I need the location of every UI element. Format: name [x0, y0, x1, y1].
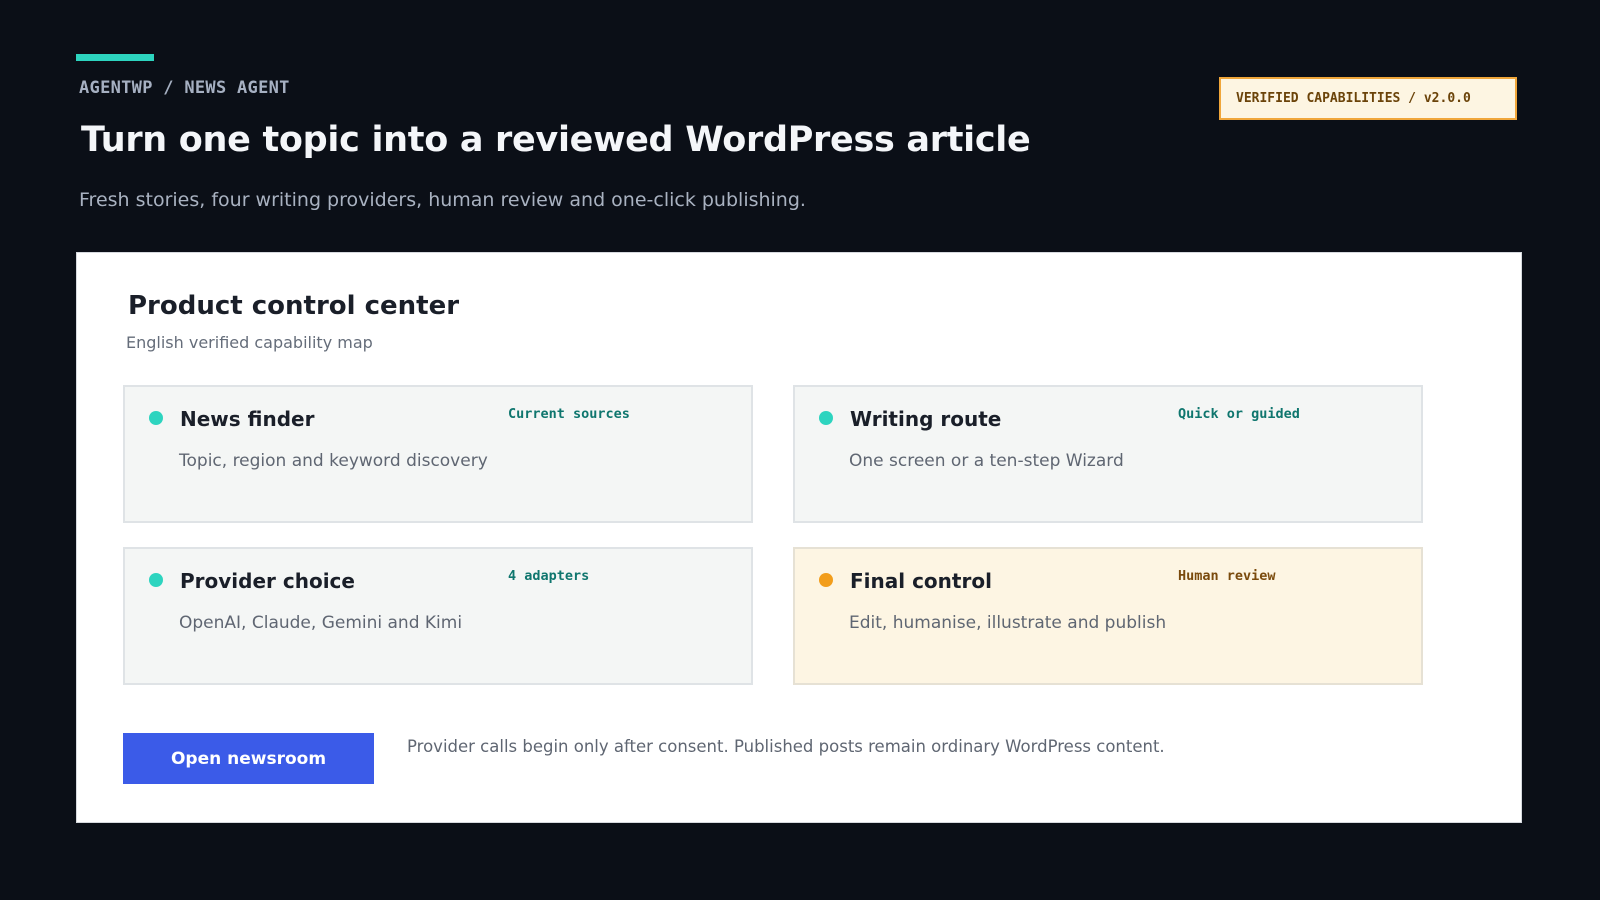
card-description: Edit, humanise, illustrate and publish: [849, 613, 1167, 633]
card-title: Provider choice: [180, 569, 355, 593]
card-tag: Quick or guided: [1178, 406, 1300, 422]
card-tag: 4 adapters: [508, 568, 590, 584]
card-title: Final control: [850, 569, 992, 593]
status-dot-icon: [149, 573, 163, 587]
consent-footnote: Provider calls begin only after consent.…: [407, 737, 1165, 756]
control-center-panel: Product control center English verified …: [76, 252, 1522, 823]
card-tag: Human review: [1178, 568, 1276, 584]
panel-subtitle: English verified capability map: [126, 333, 373, 352]
card-description: One screen or a ten-step Wizard: [849, 451, 1124, 471]
status-dot-icon: [819, 573, 833, 587]
open-newsroom-button[interactable]: Open newsroom: [123, 733, 374, 784]
page-title: Turn one topic into a reviewed WordPress…: [81, 120, 1031, 160]
card-description: OpenAI, Claude, Gemini and Kimi: [179, 613, 463, 633]
card-news-finder: News finder Current sources Topic, regio…: [123, 385, 753, 523]
breadcrumb: AGENTWP / NEWS AGENT: [79, 78, 290, 98]
accent-line: [76, 54, 154, 61]
status-dot-icon: [149, 411, 163, 425]
panel-title: Product control center: [128, 291, 460, 321]
card-title: Writing route: [850, 407, 1002, 431]
card-provider-choice: Provider choice 4 adapters OpenAI, Claud…: [123, 547, 753, 685]
page-subtitle: Fresh stories, four writing providers, h…: [79, 189, 806, 211]
status-dot-icon: [819, 411, 833, 425]
card-final-control: Final control Human review Edit, humanis…: [793, 547, 1423, 685]
card-tag: Current sources: [508, 406, 630, 422]
version-badge: VERIFIED CAPABILITIES / v2.0.0: [1219, 77, 1517, 120]
card-title: News finder: [180, 407, 315, 431]
card-writing-route: Writing route Quick or guided One screen…: [793, 385, 1423, 523]
card-description: Topic, region and keyword discovery: [179, 451, 488, 471]
